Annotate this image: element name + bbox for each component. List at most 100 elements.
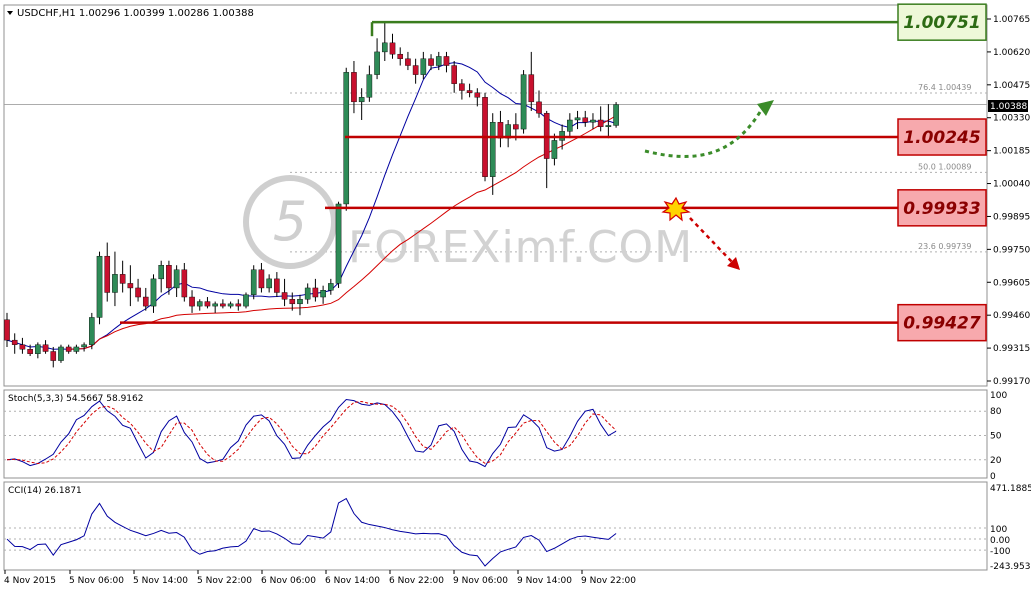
- candle-body: [389, 42, 396, 55]
- candle-body: [227, 303, 234, 307]
- time-tick-label: 4 Nov 2015: [4, 576, 56, 586]
- watermark-logo-glyph: 5: [273, 190, 307, 253]
- candle-body: [528, 74, 535, 103]
- candle-body: [166, 265, 172, 289]
- candle-body: [520, 74, 527, 130]
- level-box-label: 1.00245: [903, 128, 980, 148]
- candle-body: [597, 119, 604, 128]
- candle-body: [35, 344, 41, 354]
- candle-body: [281, 292, 288, 300]
- price-tick-label: 1.00040: [993, 180, 1030, 190]
- candle-body: [443, 56, 450, 66]
- time-tick-label: 6 Nov 14:00: [325, 576, 380, 586]
- candle-body: [158, 265, 165, 280]
- candle-body: [65, 346, 72, 352]
- candle-body: [451, 65, 457, 84]
- candle-body: [297, 299, 303, 305]
- candle-body: [335, 203, 342, 284]
- candle-body: [474, 92, 481, 98]
- current-price-tag-text: 1.00388: [990, 102, 1027, 112]
- candle-body: [428, 58, 434, 66]
- candle-body: [150, 278, 157, 307]
- candle-body: [235, 303, 242, 307]
- level-box-label: 0.99933: [903, 199, 980, 219]
- candle-body: [250, 269, 257, 295]
- price-tick-label: 0.99315: [993, 344, 1030, 354]
- level-box-label: 1.00751: [903, 13, 980, 33]
- chart-window: 5 FOREXimf.COM 76.4 1.00439 50.0 1.00089 2…: [0, 0, 1031, 591]
- candle-body: [551, 140, 558, 159]
- time-axis: 4 Nov 2015 5 Nov 06:00 5 Nov 14:00 5 Nov 22…: [4, 570, 636, 586]
- stoch-title: Stoch(5,3,3) 54.5667 58.9162: [8, 394, 143, 404]
- candle-body: [489, 122, 496, 177]
- time-tick-label: 5 Nov 22:00: [197, 576, 252, 586]
- time-tick-label: 6 Nov 06:00: [261, 576, 316, 586]
- price-tick-label: 1.00185: [993, 147, 1030, 157]
- candle-body: [220, 303, 226, 307]
- candle-body: [27, 349, 33, 354]
- candle-body: [258, 269, 265, 289]
- time-tick-label: 9 Nov 14:00: [517, 576, 572, 586]
- candle-body: [11, 339, 18, 345]
- time-tick-label: 5 Nov 06:00: [69, 576, 124, 586]
- candle-body: [320, 290, 326, 298]
- candle-body: [397, 53, 404, 59]
- fib-label: 50.0 1.00089: [918, 162, 971, 171]
- price-tick-label: 0.99750: [993, 245, 1030, 255]
- candle-body: [381, 42, 388, 53]
- candle-body: [204, 301, 211, 307]
- candle-body: [73, 346, 80, 352]
- candle-body: [42, 344, 49, 352]
- candle-body: [358, 97, 365, 103]
- candle-body: [590, 119, 596, 123]
- candle-body: [466, 90, 473, 93]
- candle-body: [582, 117, 589, 123]
- candle-body: [135, 287, 141, 298]
- symbol-header: USDCHF,H1 1.00296 1.00399 1.00286 1.0038…: [17, 8, 254, 19]
- time-tick-label: 6 Nov 22:00: [389, 576, 444, 586]
- candle-body: [189, 296, 195, 307]
- candle-body: [173, 269, 180, 289]
- price-tick-label: 0.99170: [993, 377, 1030, 387]
- chart-canvas: 5 FOREXimf.COM 76.4 1.00439 50.0 1.00089 2…: [3, 3, 1031, 586]
- candle-body: [312, 287, 319, 298]
- stoch-tick-label: 0: [990, 472, 996, 482]
- stoch-tick-label: 20: [990, 456, 1002, 466]
- candle-body: [605, 125, 612, 128]
- candle-body: [328, 283, 334, 291]
- candle-body: [513, 124, 519, 130]
- candle-body: [89, 317, 95, 345]
- cci-tick-label: 100: [990, 525, 1007, 535]
- candle-body: [119, 274, 126, 284]
- candle-body: [142, 296, 149, 307]
- cci-tick-label: -100: [990, 547, 1011, 557]
- cci-tick-label: 0.00: [990, 536, 1010, 546]
- candle-body: [459, 83, 465, 91]
- candle-body: [96, 255, 103, 318]
- time-tick-label: 9 Nov 22:00: [581, 576, 636, 586]
- candle-body: [574, 117, 581, 121]
- stoch-tick-label: 50: [990, 432, 1002, 442]
- candle-body: [567, 119, 573, 132]
- candle-body: [181, 269, 188, 298]
- cci-tick-label: -243.9532: [990, 562, 1031, 572]
- price-axis: 1.00765 1.00620 1.00475 1.00330 1.00185 1.000…: [987, 15, 1030, 387]
- candle-body: [212, 303, 218, 307]
- time-tick-label: 9 Nov 06:00: [453, 576, 508, 586]
- candle-body: [420, 58, 427, 75]
- candle-body: [104, 255, 111, 293]
- cci-panel-frame: [3, 481, 988, 571]
- candle-body: [4, 319, 10, 341]
- candle-body: [374, 51, 380, 75]
- candle-body: [412, 65, 419, 75]
- candle-body: [366, 74, 373, 98]
- price-tick-label: 0.99605: [993, 278, 1030, 288]
- candle-body: [58, 346, 64, 361]
- main-panel-frame: [3, 4, 988, 387]
- price-tick-label: 1.00475: [993, 81, 1030, 91]
- candle-body: [536, 101, 542, 114]
- price-tick-label: 1.00620: [993, 48, 1030, 58]
- candle-body: [196, 301, 203, 307]
- cci-title: CCI(14) 26.1871: [8, 486, 82, 496]
- level-box-label: 0.99427: [903, 314, 981, 334]
